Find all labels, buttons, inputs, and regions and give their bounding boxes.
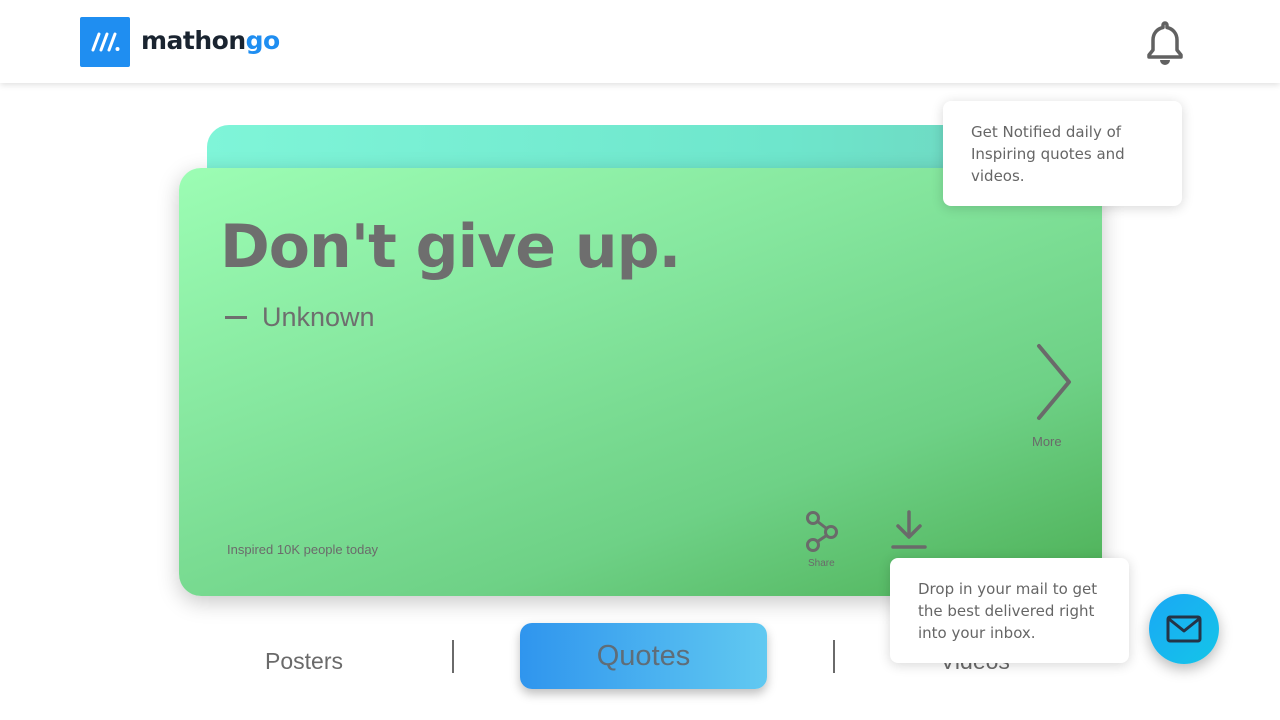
share-button[interactable]: Share (800, 510, 842, 570)
chevron-right-icon (1037, 344, 1071, 420)
mail-icon (1166, 615, 1202, 643)
bell-icon[interactable] (1145, 20, 1185, 66)
mail-tooltip: Drop in your mail to get the best delive… (890, 558, 1129, 663)
tab-quotes[interactable]: Quotes (520, 623, 767, 689)
notification-tooltip-text: Get Notified daily of Inspiring quotes a… (971, 122, 1125, 185)
logo-text-main: mathon (141, 26, 246, 55)
top-header: mathongo (0, 0, 1280, 83)
logo-text-accent: go (245, 26, 281, 55)
tab-divider (452, 640, 454, 673)
quote-author: Unknown (262, 302, 375, 332)
download-button[interactable] (889, 510, 931, 550)
author-dash (225, 316, 247, 319)
tab-divider (833, 640, 835, 673)
mail-tooltip-text: Drop in your mail to get the best delive… (918, 579, 1098, 642)
inspired-count: Inspired 10K people today (227, 542, 379, 557)
subscribe-mail-button[interactable] (1149, 594, 1219, 664)
quote-text: Don't give up. (220, 212, 681, 282)
share-label: Share (808, 558, 835, 569)
mathongo-logo-icon[interactable] (80, 17, 130, 67)
tab-quotes-label: Quotes (596, 639, 691, 672)
tab-posters[interactable]: Posters (265, 648, 343, 675)
share-icon (806, 511, 838, 552)
notification-tooltip: Get Notified daily of Inspiring quotes a… (943, 101, 1182, 206)
download-icon (891, 510, 927, 549)
more-label: More (1032, 434, 1062, 449)
logo-wordmark[interactable]: mathongo (141, 26, 280, 55)
more-button[interactable]: More (1030, 342, 1076, 452)
